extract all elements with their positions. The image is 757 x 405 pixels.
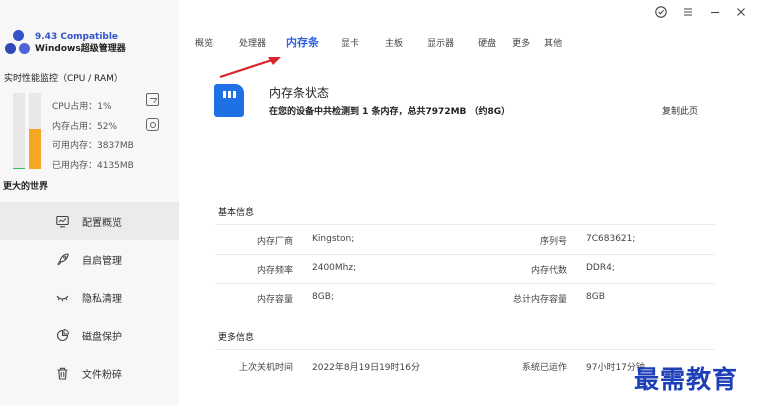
app-brand: 9.43 Compatible Windows超级管理器 xyxy=(5,30,126,56)
tab-disk[interactable]: 硬盘 xyxy=(478,36,496,50)
tab-gpu[interactable]: 显卡 xyxy=(341,36,359,50)
menu-icon[interactable] xyxy=(681,5,695,19)
app-logo-icon xyxy=(5,30,31,56)
app-version: 9.43 Compatible xyxy=(35,32,119,42)
close-icon[interactable] xyxy=(734,5,748,19)
sidebar: 9.43 Compatible Windows超级管理器 实时性能监控（CPU … xyxy=(0,0,179,405)
label-memory-capacity: 内存容量 xyxy=(256,295,293,305)
rocket-icon xyxy=(57,252,69,265)
tab-display[interactable]: 显示器 xyxy=(427,36,454,50)
divider xyxy=(215,254,715,255)
value-serial-number: 7C683621; xyxy=(586,234,636,244)
label-memory-generation: 内存代数 xyxy=(530,266,567,276)
sidebar-item-shred[interactable]: 文件粉碎 xyxy=(0,354,179,392)
more-info-title: 更多信息 xyxy=(218,333,255,343)
tab-other[interactable]: 其他 xyxy=(544,36,562,50)
cpu-usage-text: CPU占用：1% xyxy=(52,102,112,112)
tab-more[interactable]: 更多 xyxy=(512,36,530,50)
sidebar-item-startup[interactable]: 自启管理 xyxy=(0,240,179,278)
image-icon[interactable] xyxy=(146,93,159,106)
value-memory-capacity: 8GB; xyxy=(312,292,334,302)
label-memory-vendor: 内存厂商 xyxy=(256,237,293,247)
value-memory-frequency: 2400Mhz; xyxy=(312,263,357,273)
ram-card-icon xyxy=(214,84,244,117)
tab-processor[interactable]: 处理器 xyxy=(239,36,266,50)
label-total-capacity: 总计内存容量 xyxy=(512,295,567,305)
label-last-shutdown: 上次关机时间 xyxy=(238,363,293,373)
check-circle-icon[interactable] xyxy=(654,5,668,19)
sidebar-item-label: 磁盘保护 xyxy=(82,331,122,343)
mem-used-text: 已用内存：4135MB xyxy=(52,160,134,171)
sidebar-item-label: 配置概览 xyxy=(82,217,122,229)
red-arrow-annotation xyxy=(219,57,281,79)
cpu-usage-bar xyxy=(13,93,25,169)
app-name: Windows超级管理器 xyxy=(35,44,126,54)
tagline: 更大的世界 xyxy=(3,182,49,192)
tab-overview[interactable]: 概览 xyxy=(195,36,213,50)
eye-closed-icon xyxy=(56,295,69,301)
label-uptime: 系统已运作 xyxy=(521,363,567,373)
photo-settings-icon[interactable] xyxy=(146,118,159,131)
sidebar-item-label: 自启管理 xyxy=(82,255,122,267)
label-memory-frequency: 内存频率 xyxy=(256,266,293,276)
monitor-title: 实时性能监控（CPU / RAM） xyxy=(4,74,123,84)
divider xyxy=(215,283,715,284)
value-total-capacity: 8GB xyxy=(586,292,605,302)
sidebar-item-label: 文件粉碎 xyxy=(82,369,122,381)
trash-icon xyxy=(57,367,68,380)
value-last-shutdown: 2022年8月19日19时16分 xyxy=(312,363,420,373)
sidebar-item-label: 隐私清理 xyxy=(82,293,122,305)
mem-available-text: 可用内存：3837MB xyxy=(52,141,134,151)
main-panel: 概览 处理器 内存条 显卡 主板 显示器 硬盘 更多 其他 内存条状态 在您的设… xyxy=(179,0,757,405)
value-memory-generation: DDR4; xyxy=(586,263,615,273)
mem-usage-bar xyxy=(29,93,41,169)
copy-page-button[interactable]: 复制此页 xyxy=(662,104,698,117)
tab-motherboard[interactable]: 主板 xyxy=(385,36,403,50)
minimize-icon[interactable] xyxy=(708,5,722,19)
watermark: 最需教育 xyxy=(634,365,739,394)
sidebar-item-disk[interactable]: 磁盘保护 xyxy=(0,316,179,354)
divider xyxy=(215,349,715,350)
basic-info-title: 基本信息 xyxy=(218,208,255,218)
sidebar-nav: 配置概览 自启管理 隐私清理 磁盘保护 文件粉碎 xyxy=(0,202,179,392)
sidebar-item-privacy[interactable]: 隐私清理 xyxy=(0,278,179,316)
tab-memory[interactable]: 内存条 xyxy=(286,34,319,50)
value-memory-vendor: Kingston; xyxy=(312,234,355,244)
label-serial-number: 序列号 xyxy=(539,237,567,247)
sidebar-item-config-overview[interactable]: 配置概览 xyxy=(0,202,179,240)
monitor-icon xyxy=(56,215,69,227)
divider xyxy=(215,224,715,225)
monitor-stats: CPU占用：1% 内存占用：52% 可用内存：3837MB 已用内存：4135M… xyxy=(52,98,134,176)
memory-status-title: 内存条状态 xyxy=(269,86,330,100)
tab-bar: 概览 处理器 内存条 显卡 主板 显示器 硬盘 更多 其他 xyxy=(195,36,562,50)
memory-status-summary: 在您的设备中共检测到 1 条内存，总共7972MB （约8G） xyxy=(269,107,511,117)
mem-usage-text: 内存占用：52% xyxy=(52,121,118,132)
pie-chart-icon xyxy=(56,328,69,341)
